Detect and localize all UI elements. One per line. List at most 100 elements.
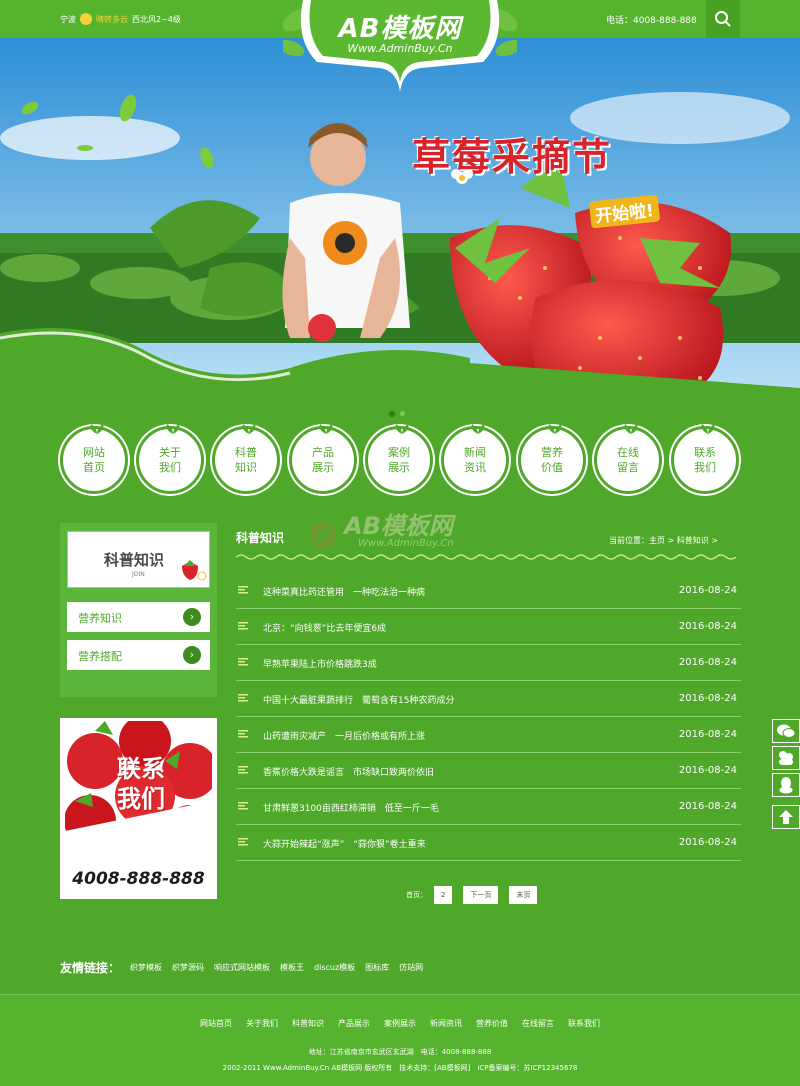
title-divider [236, 554, 737, 560]
weather-city: 宁波 [60, 14, 76, 24]
article-row[interactable]: 大蒜开始辣起“涨声” “蒜你狠”卷土重来 2016-08-24 [236, 825, 741, 861]
footer-link-contact[interactable]: 联系我们 [568, 1018, 600, 1029]
strawberry-icon [182, 560, 207, 581]
search-icon [715, 11, 731, 27]
footer-link-home[interactable]: 网站首页 [200, 1018, 232, 1029]
article-row[interactable]: 山药遭雨灾减产 一月后价格或有所上涨 2016-08-24 [236, 717, 741, 753]
list-bullet-icon [238, 658, 248, 666]
float-qq-button[interactable] [772, 773, 800, 797]
leaf-icon [471, 424, 485, 434]
article-title[interactable]: 早熟苹果陆上市价格跳跌3成 [263, 657, 377, 670]
page-title: 科普知识 [236, 531, 285, 545]
nav-item-cases[interactable]: 案例展示 [365, 424, 433, 494]
list-bullet-icon [238, 766, 248, 774]
nav-label: 网站首页 [83, 446, 105, 474]
footer-link-guestbook[interactable]: 在线留言 [522, 1018, 554, 1029]
leaf-icon [242, 424, 256, 434]
float-wechat-button[interactable] [772, 719, 800, 743]
friend-link[interactable]: 响应式网站模板 [214, 962, 270, 973]
chevron-right-icon: › [183, 608, 201, 626]
article-row[interactable]: 这种菜真比药还管用 一种吃法治一种病 2016-08-24 [236, 573, 741, 609]
article-title[interactable]: 香蕉价格大跌是谣言 市场缺口致两价依旧 [263, 765, 434, 778]
banner-slogan: 草莓采摘节 [412, 135, 613, 179]
article-row[interactable]: 甘肃鲜葱3100亩西红柿滞销 低至一斤一毛 2016-08-24 [236, 789, 741, 825]
back-to-top-button[interactable] [772, 805, 800, 829]
nav-item-contact[interactable]: 联系我们 [671, 424, 739, 494]
article-row[interactable]: 北京：“向钱葱”比去年便宜6成 2016-08-24 [236, 609, 741, 645]
footer-address: 地址：江苏省南京市玄武区玄武湖 电话：4008-888-888 [308, 1048, 492, 1056]
friend-link[interactable]: 仿站网 [399, 962, 423, 973]
watermark-title: AB模板网 [344, 512, 453, 540]
article-title[interactable]: 北京：“向钱葱”比去年便宜6成 [263, 621, 386, 634]
article-row[interactable]: 香蕉价格大跌是谣言 市场缺口致两价依旧 2016-08-24 [236, 753, 741, 789]
article-title[interactable]: 甘肃鲜葱3100亩西红柿滞销 低至一斤一毛 [263, 801, 439, 814]
float-qq-group-button[interactable] [772, 746, 800, 770]
article-row[interactable]: 中国十大最脏果蔬排行 葡萄含有15种农药成分 2016-08-24 [236, 681, 741, 717]
footer-link-knowledge[interactable]: 科普知识 [292, 1018, 324, 1029]
pagination: 首页： 2 下一页 末页 [406, 886, 538, 904]
footer-link-products[interactable]: 产品展示 [338, 1018, 370, 1029]
article-date: 2016-08-24 [678, 621, 737, 632]
article-title[interactable]: 大蒜开始辣起“涨声” “蒜你狠”卷土重来 [263, 837, 426, 850]
list-bullet-icon [238, 802, 248, 810]
article-date: 2016-08-24 [678, 837, 737, 848]
friend-links: 友情链接： 织梦模板 织梦源码 响应式网站模板 模板王 discuz模板 图标库… [60, 959, 423, 976]
slider-dot-active[interactable] [389, 411, 395, 417]
friend-link[interactable]: 织梦模板 [130, 962, 162, 973]
nav-item-home[interactable]: 网站首页 [60, 424, 128, 494]
leaf-icon [319, 424, 333, 434]
nav-label: 营养价值 [541, 446, 563, 474]
article-date: 2016-08-24 [678, 801, 737, 812]
contact-title-line2: 我们 [117, 785, 165, 813]
footer-nav: 网站首页 关于我们 科普知识 产品展示 案例展示 新闻资讯 营养价值 在线留言 … [0, 1018, 800, 1029]
search-button[interactable] [706, 0, 740, 38]
nav-item-about[interactable]: 关于我们 [136, 424, 204, 494]
pager-page-button[interactable]: 2 [434, 886, 453, 904]
footer-link-cases[interactable]: 案例展示 [384, 1018, 416, 1029]
leaf-icon [166, 424, 180, 434]
sidebar-link-nutrition-knowledge[interactable]: 营养知识 › [67, 602, 210, 632]
friend-link[interactable]: 织梦源码 [172, 962, 204, 973]
sidebar: 科普知识 JOIN 营养知识 › 营养搭配 › [60, 523, 217, 697]
qq-icon [779, 751, 793, 765]
sidebar-header: 科普知识 JOIN [67, 531, 210, 588]
header-phone: 电话：4008-888-888 [606, 16, 697, 26]
chevron-right-icon: › [183, 646, 201, 664]
nav-label: 科普知识 [235, 446, 257, 474]
article-title[interactable]: 中国十大最脏果蔬排行 葡萄含有15种农药成分 [263, 693, 454, 706]
sidebar-title: 科普知识 [104, 551, 165, 569]
nav-label: 关于我们 [159, 446, 181, 474]
article-title[interactable]: 山药遭雨灾减产 一月后价格或有所上涨 [263, 729, 425, 742]
pager-next-button[interactable]: 下一页 [463, 886, 499, 904]
contact-card[interactable]: 联系 我们 4008-888-888 [60, 718, 217, 899]
article-date: 2016-08-24 [678, 693, 737, 704]
nav-item-nutrition[interactable]: 营养价值 [518, 424, 586, 494]
sidebar-link-label: 营养知识 [78, 612, 122, 625]
sidebar-link-label: 营养搭配 [78, 650, 122, 663]
footer-link-about[interactable]: 关于我们 [246, 1018, 278, 1029]
footer-link-nutrition[interactable]: 营养价值 [476, 1018, 508, 1029]
friend-link[interactable]: 图标库 [365, 962, 389, 973]
sidebar-link-nutrition-pairing[interactable]: 营养搭配 › [67, 640, 210, 670]
back-to-top-icon [779, 810, 793, 824]
nav-label: 在线留言 [617, 446, 639, 474]
nav-item-knowledge[interactable]: 科普知识 [212, 424, 280, 494]
breadcrumb[interactable]: 当前位置：主页 > 科普知识 > [609, 535, 718, 546]
weather-text: 晴转多云 [96, 14, 128, 24]
footer: 网站首页 关于我们 科普知识 产品展示 案例展示 新闻资讯 营养价值 在线留言 … [0, 994, 800, 1086]
pager-first-label[interactable]: 首页： [406, 890, 427, 900]
article-row[interactable]: 早熟苹果陆上市价格跳跌3成 2016-08-24 [236, 645, 741, 681]
footer-link-news[interactable]: 新闻资讯 [430, 1018, 462, 1029]
list-bullet-icon [238, 838, 248, 846]
nav-item-guestbook[interactable]: 在线留言 [594, 424, 662, 494]
pager-last-button[interactable]: 末页 [509, 886, 538, 904]
leaf-icon [701, 424, 715, 434]
footer-copyright: 2002-2011 Www.AdminBuy.Cn AB模板网 版权所有 技术支… [222, 1064, 578, 1072]
slider-dot[interactable] [400, 411, 405, 416]
nav-item-products[interactable]: 产品展示 [289, 424, 357, 494]
article-title[interactable]: 这种菜真比药还管用 一种吃法治一种病 [263, 585, 425, 598]
friend-link[interactable]: discuz模板 [314, 962, 355, 973]
site-logo[interactable]: AB模板网 Www.AdminBuy.Cn [283, 0, 517, 106]
friend-link[interactable]: 模板王 [280, 962, 304, 973]
nav-item-news[interactable]: 新闻资讯 [441, 424, 509, 494]
